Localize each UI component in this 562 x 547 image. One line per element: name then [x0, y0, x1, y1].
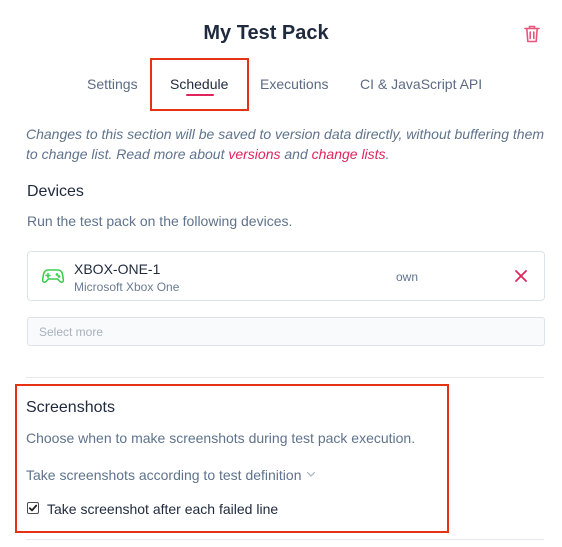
tab-executions[interactable]: Executions — [260, 76, 328, 92]
device-name: XBOX-ONE-1 — [74, 261, 161, 277]
device-item: XBOX-ONE-1 Microsoft Xbox One own — [27, 251, 545, 301]
section-divider — [26, 539, 544, 540]
notice-text: and — [280, 146, 312, 162]
device-model: Microsoft Xbox One — [74, 280, 180, 294]
devices-description: Run the test pack on the following devic… — [27, 213, 293, 229]
version-notice: Changes to this section will be saved to… — [26, 124, 546, 164]
close-icon[interactable] — [514, 269, 528, 283]
page-title: My Test Pack — [203, 22, 329, 44]
device-owner: own — [396, 270, 419, 284]
trash-icon[interactable] — [523, 24, 541, 44]
tab-bar: Settings Schedule Executions CI & JavaSc… — [0, 74, 562, 94]
failed-line-checkbox[interactable] — [27, 502, 39, 514]
tab-settings[interactable]: Settings — [87, 76, 138, 92]
devices-heading: Devices — [27, 183, 84, 200]
gamepad-icon — [42, 269, 64, 283]
screenshot-mode-dropdown[interactable]: Take screenshots according to test defin… — [26, 467, 316, 483]
screenshot-mode-value: Take screenshots according to test defin… — [26, 467, 302, 483]
checkmark-icon — [28, 504, 38, 512]
section-divider — [26, 377, 544, 378]
tab-ci-javascript-api[interactable]: CI & JavaScript API — [360, 76, 482, 92]
notice-text: . — [385, 146, 390, 162]
change-lists-link[interactable]: change lists — [312, 146, 386, 162]
tab-highlight-box — [150, 58, 249, 111]
failed-line-checkbox-label: Take screenshot after each failed line — [47, 501, 279, 517]
chevron-down-icon — [306, 471, 315, 477]
screenshots-heading: Screenshots — [26, 399, 115, 416]
screenshots-description: Choose when to make screenshots during t… — [26, 430, 416, 446]
versions-link[interactable]: versions — [228, 146, 280, 162]
device-select-input[interactable] — [27, 317, 545, 346]
